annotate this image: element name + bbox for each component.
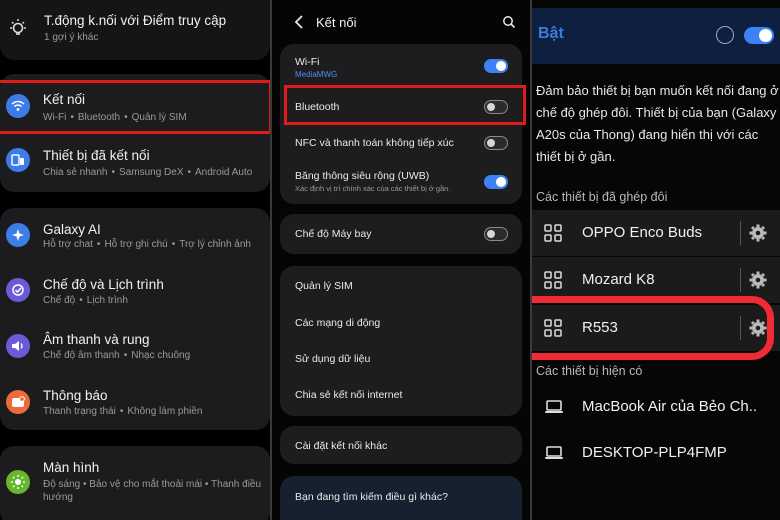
airplane-mode-toggle[interactable]: [484, 227, 508, 241]
page-title: Kết nối: [316, 15, 357, 30]
settings-item-connected-devices[interactable]: Thiết bị đã kết nối Chia sẻ nhanh • Samsun…: [0, 134, 270, 188]
airplane-mode-title: Chế độ Máy bay: [295, 228, 372, 240]
paired-device-row[interactable]: OPPO Enco Buds: [532, 210, 780, 256]
menu-item-label: Sử dụng dữ liệu: [295, 353, 371, 365]
connections-panel: Kết nối Wi-Fi MediaMWG Bluetooth NFC và …: [272, 0, 530, 520]
settings-item-notifications[interactable]: Thông báo Thanh trạng thái • Không làm phi…: [0, 376, 270, 430]
device-name: MacBook Air của Bẻo Ch..: [582, 398, 758, 415]
separator: [740, 221, 741, 245]
highlight-r553: [532, 296, 774, 360]
menu-item-hotspot[interactable]: Chia sẻ kết nối internet: [280, 377, 522, 414]
item-subtitle: Hỗ trợ chat • Hỗ trợ ghi chú • Trợ lý chỉnh …: [43, 239, 251, 250]
device-grid-icon: [544, 271, 562, 289]
wifi-network-name: MediaMWG: [295, 70, 338, 79]
item-title: Galaxy AI: [43, 222, 101, 237]
search-icon[interactable]: [502, 15, 516, 34]
item-title: Màn hình: [43, 460, 100, 475]
menu-item-label: Quản lý SIM: [295, 280, 353, 292]
highlight-bluetooth: [284, 85, 526, 125]
uwb-row[interactable]: Băng thông siêu rộng (UWB) Xác định vị t…: [280, 162, 522, 202]
item-subtitle: Chia sẻ nhanh • Samsung DeX • Android Auto: [43, 167, 253, 178]
device-name: Mozard K8: [582, 271, 655, 288]
suggestion-title: T.động k.nối với Điểm truy cập: [44, 13, 227, 28]
suggestion-subtitle: 1 gợi ý khác: [44, 32, 99, 43]
separator: [740, 268, 741, 292]
item-subtitle: Chế độ âm thanh • Nhạc chuông: [43, 350, 191, 361]
gear-icon[interactable]: [748, 270, 768, 290]
menu-item-label: Cài đặt kết nối khác: [295, 440, 388, 452]
device-name: DESKTOP-PLP4FMP: [582, 444, 727, 461]
sun-icon: [6, 470, 30, 494]
item-subtitle: Chế độ • Lịch trình: [43, 295, 128, 306]
nfc-title: NFC và thanh toán không tiếp xúc: [295, 137, 454, 149]
sparkle-icon: [6, 223, 30, 247]
wifi-row[interactable]: Wi-Fi MediaMWG: [280, 44, 522, 90]
settings-main-panel: T.động k.nối với Điểm truy cập 1 gợi ý k…: [0, 0, 270, 520]
connect-hotspot-suggestion[interactable]: T.động k.nối với Điểm truy cập 1 gợi ý k…: [0, 0, 270, 60]
nfc-row[interactable]: NFC và thanh toán không tiếp xúc: [280, 128, 522, 158]
uwb-title: Băng thông siêu rộng (UWB): [295, 170, 430, 182]
item-subtitle: Thanh trạng thái • Không làm phiền: [43, 406, 203, 417]
device-name: OPPO Enco Buds: [582, 224, 703, 241]
paired-devices-heading: Các thiết bị đã ghép đôi: [536, 190, 668, 204]
pairing-description: Đảm bảo thiết bị bạn muốn kết nối đang ở…: [536, 83, 779, 164]
menu-item-label: Các mạng di động: [295, 317, 381, 329]
menu-item-label: Chia sẻ kết nối internet: [295, 389, 403, 401]
item-title: Chế độ và Lịch trình: [43, 277, 164, 292]
lightbulb-icon: [8, 18, 28, 45]
suggestion-text: Bạn đang tìm kiếm điều gì khác?: [295, 491, 448, 503]
item-title: Thiết bị đã kết nối: [43, 148, 150, 163]
wifi-title: Wi-Fi: [295, 56, 320, 68]
menu-item-mobile-networks[interactable]: Các mạng di động: [280, 303, 522, 340]
bluetooth-master-switch[interactable]: Bật: [532, 8, 780, 64]
bluetooth-panel: Bật Đảm bảo thiết bị bạn muốn kết nối đa…: [532, 0, 780, 520]
uwb-toggle[interactable]: [484, 175, 508, 189]
available-devices-heading: Các thiết bị hiện có: [536, 364, 643, 378]
highlight-ket-noi: [0, 80, 270, 134]
bluetooth-state-label: Bật: [538, 25, 564, 42]
item-title: Âm thanh và rung: [43, 332, 150, 347]
menu-item-sim[interactable]: Quản lý SIM: [280, 266, 522, 303]
uwb-subtitle: Xác định vị trí chính xác của các thiết …: [295, 184, 451, 193]
bell-icon: [6, 390, 30, 414]
device-grid-icon: [544, 224, 562, 242]
item-title: Thông báo: [43, 388, 108, 403]
airplane-mode-row[interactable]: Chế độ Máy bay: [280, 214, 522, 254]
settings-item-modes[interactable]: Chế độ và Lịch trình Chế độ • Lịch trình: [0, 264, 270, 318]
laptop-icon: [544, 444, 563, 462]
laptop-icon: [544, 398, 563, 416]
devices-icon: [6, 148, 30, 172]
connections-header: Kết nối: [272, 0, 530, 44]
available-device-row[interactable]: MacBook Air của Bẻo Ch..: [532, 384, 780, 430]
check-circle-icon: [6, 278, 30, 302]
available-device-row[interactable]: DESKTOP-PLP4FMP: [532, 430, 780, 476]
settings-item-sound[interactable]: Âm thanh và rung Chế độ âm thanh • Nhạc ch…: [0, 320, 270, 374]
wifi-toggle[interactable]: [484, 59, 508, 73]
item-subtitle: Độ sáng • Bảo vệ cho mắt thoải mái • Tha…: [43, 479, 262, 503]
back-arrow-icon[interactable]: [294, 15, 304, 34]
speaker-icon: [6, 334, 30, 358]
more-connection-settings[interactable]: Cài đặt kết nối khác: [280, 426, 522, 464]
gear-icon[interactable]: [748, 223, 768, 243]
settings-item-display[interactable]: Màn hình Độ sáng • Bảo vệ cho mắt thoải …: [0, 452, 270, 516]
nfc-toggle[interactable]: [484, 136, 508, 150]
settings-item-galaxy-ai[interactable]: Galaxy AI Hỗ trợ chat • Hỗ trợ ghi chú • Trợ…: [0, 208, 270, 262]
suggestion-card[interactable]: Bạn đang tìm kiếm điều gì khác?: [280, 476, 522, 520]
loading-spinner-icon: [716, 26, 734, 44]
bluetooth-master-toggle[interactable]: [744, 27, 774, 44]
menu-item-data-usage[interactable]: Sử dụng dữ liệu: [280, 340, 522, 377]
